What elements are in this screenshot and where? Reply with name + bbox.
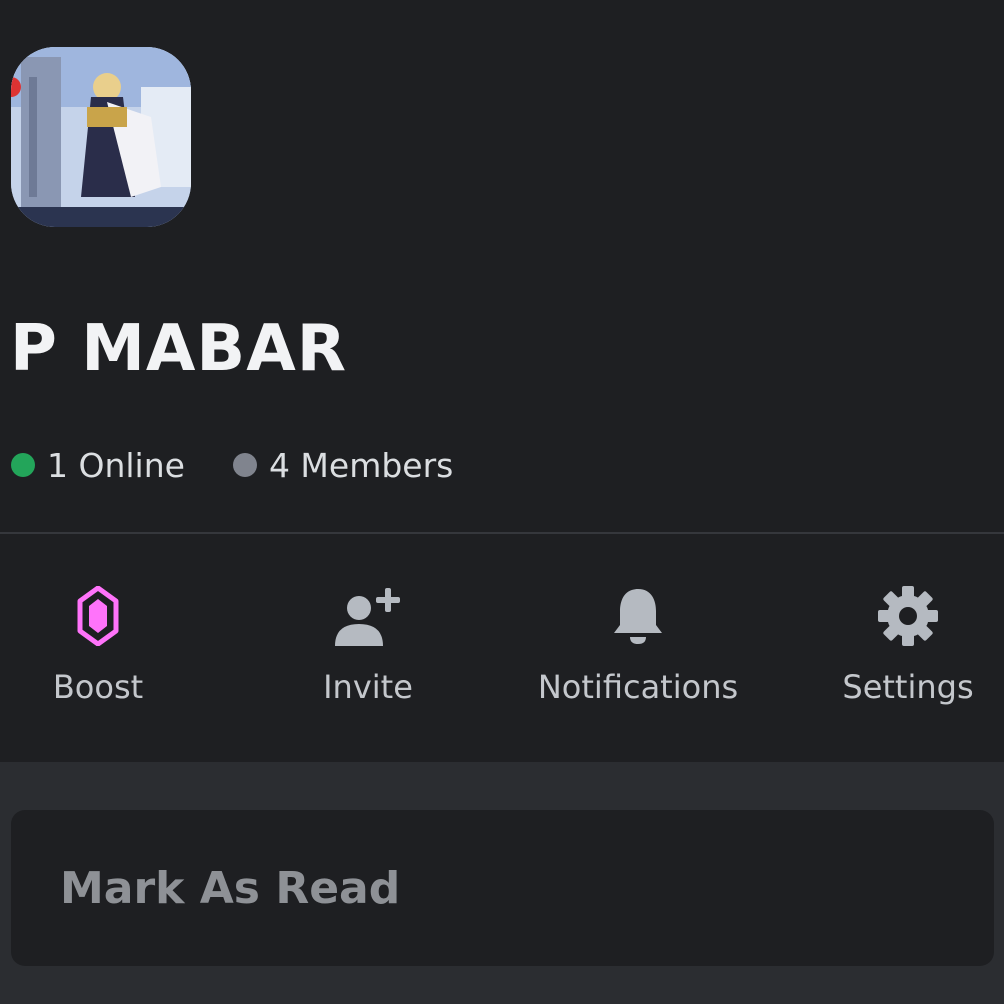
notifications-button[interactable]: Notifications (518, 576, 758, 726)
divider (0, 532, 1004, 534)
settings-label: Settings (842, 668, 974, 706)
member-status-dot (232, 453, 257, 477)
server-actions: Boost Invite Notifications Settings (0, 576, 1004, 726)
boost-gem-icon (58, 576, 138, 656)
online-status-dot (11, 453, 35, 477)
online-count-label: 1 Online (47, 445, 185, 485)
invite-label: Invite (323, 668, 413, 706)
mark-as-read-label: Mark As Read (60, 862, 401, 914)
gear-icon (868, 576, 948, 656)
settings-button[interactable]: Settings (788, 576, 1004, 726)
add-person-icon (328, 576, 408, 656)
bell-icon (598, 576, 678, 656)
member-count: 4 Members (232, 445, 454, 485)
boost-label: Boost (52, 668, 144, 706)
server-stats: 1 Online 4 Members (11, 443, 501, 487)
server-avatar[interactable] (11, 47, 191, 227)
server-header: P MABAR 1 Online 4 Members Boost Invite … (0, 0, 1004, 762)
server-name: P MABAR (10, 312, 347, 386)
boost-button[interactable]: Boost (0, 576, 218, 726)
invite-button[interactable]: Invite (248, 576, 488, 726)
member-count-label: 4 Members (268, 445, 454, 485)
online-count: 1 Online (11, 446, 185, 485)
mark-as-read-button[interactable]: Mark As Read (11, 810, 994, 966)
notifications-label: Notifications (537, 668, 739, 706)
